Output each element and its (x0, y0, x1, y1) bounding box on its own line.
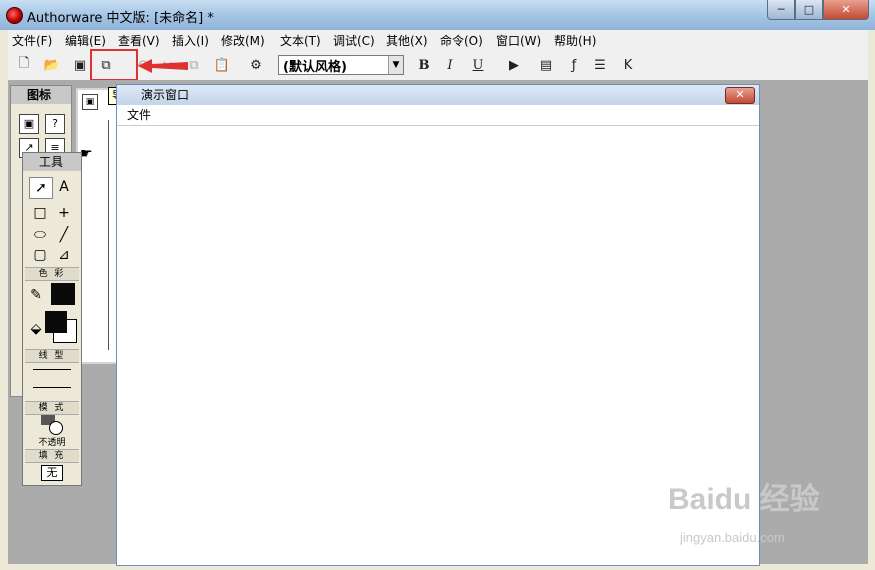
title-bar: Authorware 中文版: [未命名] * ─ □ ✕ (0, 0, 875, 30)
crosshair-tool-icon[interactable]: + (53, 203, 75, 223)
fill-bucket-icon[interactable]: ⬙ (25, 319, 47, 339)
knowledge-objects-icon[interactable]: K (618, 55, 638, 75)
color-section-label: 色 彩 (25, 267, 79, 281)
pointer-tool-icon[interactable]: ➚ (29, 177, 53, 199)
maximize-button[interactable]: □ (795, 0, 823, 20)
rounded-rect-tool-icon[interactable]: ▢ (29, 245, 51, 265)
presentation-menu-file[interactable]: 文件 (127, 108, 151, 122)
mode-circle-icon (49, 421, 63, 435)
polygon-tool-icon[interactable]: ⊿ (53, 245, 75, 265)
window-controls: ─ □ ✕ (767, 0, 869, 20)
menu-window[interactable]: 窗口(W) (496, 32, 541, 49)
text-style-select[interactable]: (默认风格) ▼ (278, 55, 404, 75)
ellipse-tool-icon[interactable]: ⬭ (29, 225, 51, 245)
menu-insert[interactable]: 插入(I) (172, 32, 209, 49)
flow-icon: ▣ (82, 94, 98, 110)
menu-debug[interactable]: 调试(C) (333, 32, 375, 49)
highlight-box (90, 49, 138, 81)
dropdown-arrow-icon[interactable]: ▼ (388, 56, 403, 74)
text-tool-icon[interactable]: A (53, 177, 75, 197)
save-all-icon[interactable]: ▣ (70, 55, 90, 75)
baidu-watermark-url: jingyan.baidu.com (680, 530, 785, 545)
display-icon[interactable]: ▣ (19, 114, 39, 134)
fill-value[interactable]: 无 (41, 465, 63, 481)
menu-help[interactable]: 帮助(H) (554, 32, 596, 49)
presentation-close-button[interactable]: ✕ (725, 87, 755, 104)
paste-icon[interactable]: 📋 (212, 55, 232, 75)
red-arrow-icon (138, 59, 188, 73)
functions-icon[interactable]: ƒ (564, 55, 584, 75)
new-file-icon[interactable]: 🗋 (14, 55, 34, 75)
pencil-icon[interactable]: ✎ (25, 285, 47, 305)
menu-command[interactable]: 命令(O) (440, 32, 483, 49)
icons-palette-title: 图标 (11, 86, 71, 104)
mode-section-label: 模 式 (25, 401, 79, 415)
line-color-swatch[interactable] (51, 283, 75, 305)
line-tool-icon[interactable]: ╱ (53, 225, 75, 245)
menu-modify[interactable]: 修改(M) (221, 32, 265, 49)
bold-button[interactable]: B (414, 55, 434, 75)
menu-other[interactable]: 其他(X) (386, 32, 428, 49)
menu-edit[interactable]: 编辑(E) (65, 32, 106, 49)
line-style-arrow[interactable] (33, 387, 71, 388)
line-section-label: 线 型 (25, 349, 79, 363)
menu-file[interactable]: 文件(F) (12, 32, 52, 49)
underline-button[interactable]: U (468, 55, 488, 75)
mode-value: 不透明 (38, 438, 66, 448)
presentation-title: 演示窗口 (141, 88, 190, 102)
foreground-color-swatch[interactable] (45, 311, 67, 333)
menu-text[interactable]: 文本(T) (280, 32, 321, 49)
tools-palette: 工具 ➚ A □ + ⬭ ╱ ▢ ⊿ 色 彩 ✎ ⬙ 线 型 模 式 不透明 填… (22, 152, 82, 486)
presentation-window: 演示窗口 ✕ 文件 (116, 84, 760, 566)
rectangle-tool-icon[interactable]: □ (29, 203, 51, 223)
menu-view[interactable]: 查看(V) (118, 32, 160, 49)
minimize-button[interactable]: ─ (767, 0, 795, 20)
window-title: Authorware 中文版: [未命名] * (27, 11, 214, 26)
app-icon (6, 7, 23, 24)
menu-bar: 文件(F) 编辑(E) 查看(V) 插入(I) 修改(M) 文本(T) 调试(C… (8, 30, 868, 51)
tools-palette-title: 工具 (23, 153, 81, 171)
control-panel-icon[interactable]: ▤ (536, 55, 556, 75)
close-button[interactable]: ✕ (823, 0, 869, 20)
text-style-value: (默认风格) (283, 60, 347, 75)
find-icon[interactable]: ⚙ (246, 55, 266, 75)
fill-section-label: 填 充 (25, 449, 79, 463)
flowline (108, 120, 109, 350)
variables-icon[interactable]: ☰ (590, 55, 610, 75)
flowline-window: ▣ ☛ (76, 88, 120, 364)
line-style-thin[interactable] (33, 369, 71, 370)
open-folder-icon[interactable]: 📂 (42, 55, 62, 75)
baidu-watermark: Baidu 经验 (668, 483, 820, 516)
run-icon[interactable]: ▶ (504, 55, 524, 75)
presentation-menu: 文件 (117, 105, 759, 126)
italic-button[interactable]: I (440, 55, 460, 75)
decision-icon[interactable]: ? (45, 114, 65, 134)
presentation-titlebar: 演示窗口 ✕ (117, 85, 759, 105)
